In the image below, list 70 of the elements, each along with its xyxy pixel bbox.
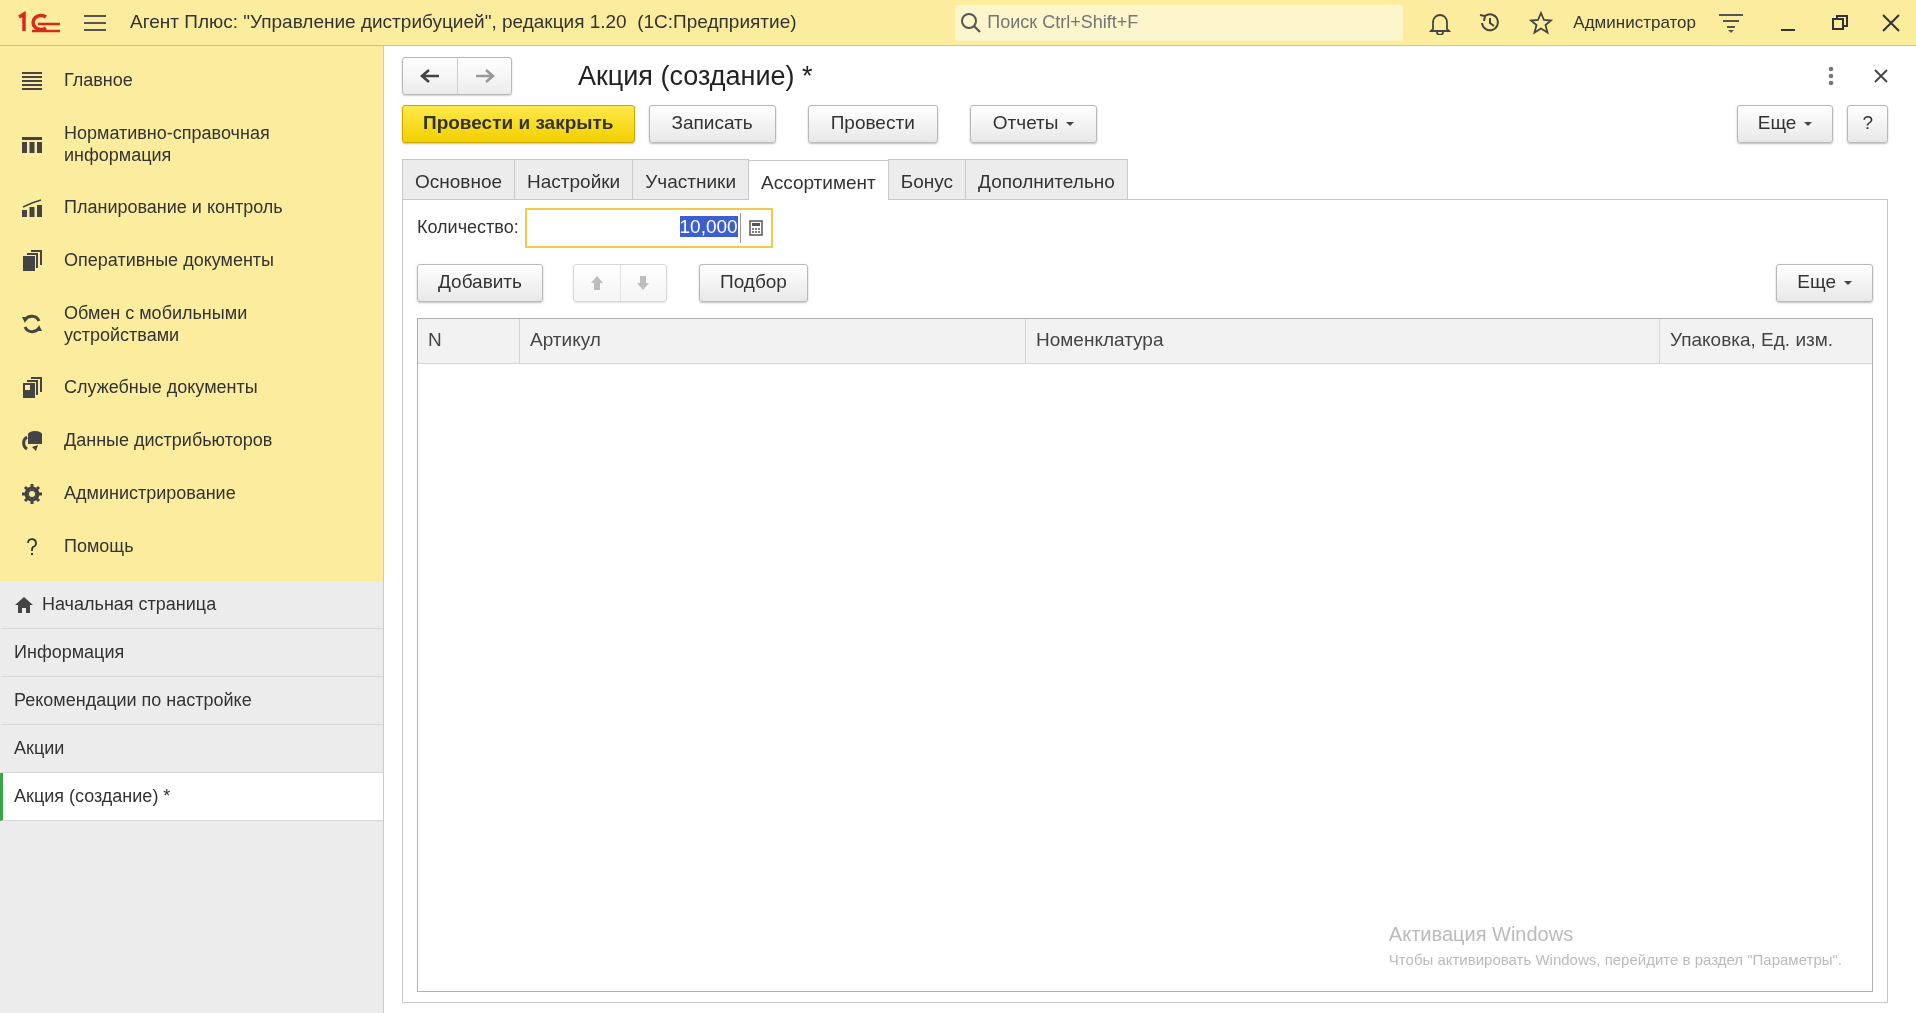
open-window-tab[interactable]: Рекомендации по настройке — [0, 677, 383, 725]
command-button[interactable]: Провести — [807, 104, 938, 143]
column-header[interactable]: Артикул — [520, 318, 1026, 363]
section-item[interactable]: Оперативные документы — [0, 234, 383, 287]
star-icon[interactable] — [1529, 10, 1554, 35]
section-label: Главное — [64, 69, 133, 92]
app-logo-icon — [16, 10, 62, 35]
form-title: Акция (создание) * — [578, 60, 813, 93]
documents-icon — [20, 248, 44, 273]
menu-icon[interactable] — [84, 13, 106, 32]
restore-icon[interactable] — [1832, 14, 1848, 31]
tab-label: Начальная страница — [42, 593, 217, 616]
close-icon[interactable] — [1882, 13, 1900, 32]
tab[interactable]: Ассортимент — [748, 159, 889, 200]
close-icon[interactable] — [1874, 69, 1888, 84]
search-field[interactable]: Поиск Ctrl+Shift+F — [955, 4, 1404, 41]
command-button[interactable]: Записать — [648, 104, 776, 143]
section-item[interactable]: Планирование и контроль — [0, 181, 383, 234]
help-button[interactable]: ? — [1847, 104, 1888, 143]
window-title: Агент Плюс: "Управление дистрибуцией", редакция 1.20 (1С:Предприятие) — [130, 10, 797, 35]
section-item[interactable]: Администрирование — [0, 467, 383, 520]
tab[interactable]: Участники — [632, 158, 749, 199]
user-name[interactable]: Администратор — [1573, 9, 1696, 36]
more-options-icon[interactable] — [1828, 66, 1834, 87]
calculator-icon[interactable] — [748, 219, 763, 236]
section-item[interactable]: Нормативно-справочная информация — [0, 107, 383, 181]
more-menu-button[interactable]: Еще — [1776, 263, 1873, 302]
arrow-left-icon — [420, 69, 440, 84]
tab[interactable]: Бонус — [887, 158, 967, 199]
column-header[interactable]: Упаковка, Ед. изм. — [1660, 318, 1872, 363]
section-item[interactable]: Обмен с мобильными устройствами — [0, 287, 383, 361]
section-item[interactable]: Данные дистрибьюторов — [0, 414, 383, 467]
section-label: Данные дистрибьюторов — [64, 429, 273, 452]
arrow-down-icon — [636, 274, 651, 291]
add-button[interactable]: Добавить — [417, 263, 543, 302]
search-icon — [960, 11, 983, 34]
documents-icon — [20, 375, 44, 400]
command-button[interactable]: Провести и закрыть — [402, 104, 635, 143]
reports-menu-button[interactable]: Отчеты — [969, 104, 1098, 143]
section-label: Администрирование — [64, 482, 236, 505]
open-window-tab[interactable]: Акция (создание) * — [0, 773, 383, 821]
sync-icon — [20, 312, 44, 336]
tab[interactable]: Настройки — [514, 158, 634, 199]
section-label: Нормативно-справочная информация — [64, 121, 271, 167]
activation-message: Чтобы активировать Windows, перейдите в раздел "Параметры". — [1388, 949, 1842, 970]
data-exchange-icon — [20, 428, 44, 453]
section-label: Обмен с мобильными устройствами — [64, 301, 249, 347]
column-header[interactable]: Номенклатура — [1026, 318, 1660, 363]
arrow-up-icon — [590, 274, 604, 291]
column-header[interactable]: N — [418, 318, 520, 363]
open-window-tab[interactable]: Начальная страница — [0, 581, 383, 629]
section-label: Оперативные документы — [64, 249, 275, 272]
section-label: Помощь — [64, 535, 134, 558]
section-item[interactable]: Служебные документы — [0, 361, 383, 414]
section-label: Планирование и контроль — [64, 196, 283, 219]
tab[interactable]: Основное — [402, 158, 516, 199]
quantity-label: Количество: — [417, 216, 519, 239]
more-menu-button[interactable]: Еще — [1736, 104, 1834, 143]
arrow-right-icon — [474, 69, 495, 84]
quantity-field[interactable]: 10,000 — [524, 207, 773, 248]
home-icon — [14, 595, 34, 614]
settings-icon — [20, 481, 44, 506]
section-label: Служебные документы — [64, 376, 258, 399]
open-window-tab[interactable]: Информация — [0, 629, 383, 677]
pick-button[interactable]: Подбор — [699, 263, 808, 302]
tab[interactable]: Дополнительно — [965, 158, 1128, 199]
section-item[interactable]: Помощь — [0, 520, 383, 573]
activation-title: Активация Windows — [1388, 921, 1575, 947]
section-item[interactable]: Главное — [0, 54, 383, 107]
filter-menu-icon[interactable] — [1718, 11, 1744, 34]
